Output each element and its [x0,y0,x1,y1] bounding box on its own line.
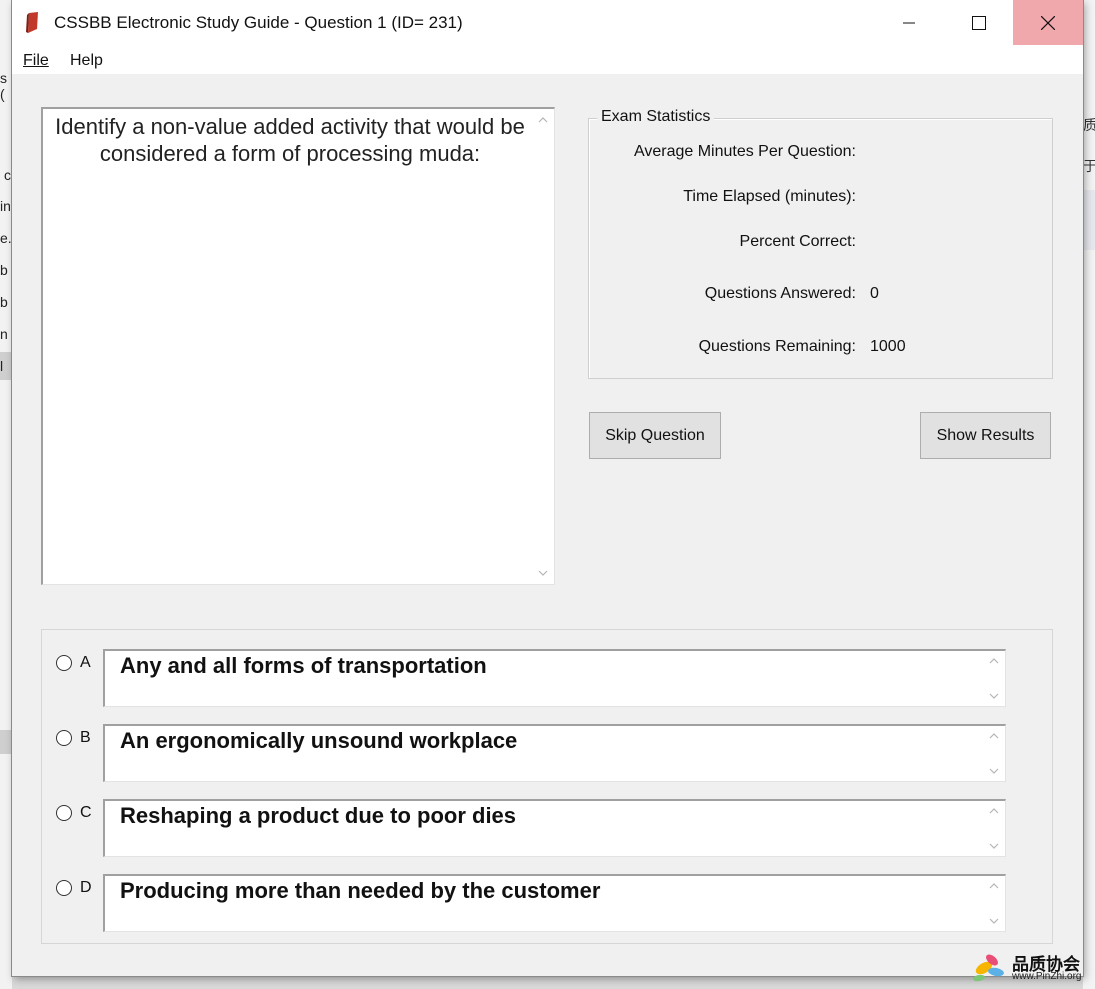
option-a-textbox[interactable]: Any and all forms of transportation [103,649,1006,707]
option-a-letter: A [80,654,91,671]
option-b-textbox[interactable]: An ergonomically unsound workplace [103,724,1006,782]
chevron-down-icon [989,768,999,774]
background-text: c [4,167,11,183]
question-text: Identify a non-value added activity that… [55,114,525,166]
option-c-radio[interactable] [56,805,72,821]
option-d-scrollbar[interactable] [983,876,1005,931]
questions-remaining-value: 1000 [870,338,906,355]
background-text: 质 [1083,117,1095,133]
scroll-up-button[interactable] [536,113,550,127]
chevron-down-icon [538,570,548,576]
option-b-letter: B [80,729,91,746]
book-icon [26,12,38,33]
background-text: b [0,262,8,278]
option-d-letter: D [80,879,92,896]
percent-correct-label: Percent Correct: [739,233,856,250]
option-a-text: Any and all forms of transportation [120,653,487,678]
scroll-down-button[interactable] [536,566,550,580]
questions-answered-value: 0 [870,285,879,302]
background-window-left: s ( c in e.i b b n l [0,0,15,989]
menu-bar: File Help [12,46,1083,74]
window-title: CSSBB Electronic Study Guide - Question … [54,13,463,32]
background-band [1083,190,1095,250]
option-d-radio[interactable] [56,880,72,896]
minimize-button[interactable] [874,0,944,45]
chevron-up-icon [989,658,999,664]
chevron-up-icon [989,733,999,739]
skip-question-button[interactable]: Skip Question [589,412,721,459]
background-text: in [0,198,11,214]
flower-logo-icon [973,954,1004,982]
option-b-radio[interactable] [56,730,72,746]
close-button[interactable] [1013,0,1083,45]
background-selection [0,730,12,754]
exam-statistics-legend: Exam Statistics [597,108,715,126]
chevron-down-icon [989,918,999,924]
option-a-radio[interactable] [56,655,72,671]
watermark-url: www.PinZhi.org [1012,971,1082,982]
background-window-right: 质 于 [1083,0,1095,989]
option-d-text: Producing more than needed by the custom… [120,878,601,903]
option-c-textbox[interactable]: Reshaping a product due to poor dies [103,799,1006,857]
chevron-up-icon [989,808,999,814]
option-b-text: An ergonomically unsound workplace [120,728,518,753]
background-text: s ( [0,70,7,102]
scroll-up-button[interactable] [987,654,1001,668]
title-bar[interactable]: CSSBB Electronic Study Guide - Question … [12,0,1083,46]
menu-file[interactable]: File [23,52,49,70]
option-c-letter: C [80,804,92,821]
option-a-scrollbar[interactable] [983,651,1005,706]
watermark-logo: 品质协会 www.PinZhi.org [970,950,1090,986]
close-icon [1041,15,1055,30]
question-scrollbar[interactable] [532,109,554,584]
chevron-up-icon [538,117,548,123]
maximize-icon [972,15,986,30]
background-text: 于 [1083,158,1095,174]
study-guide-window: CSSBB Electronic Study Guide - Question … [12,0,1083,976]
scroll-up-button[interactable] [987,879,1001,893]
questions-answered-label: Questions Answered: [704,285,856,302]
show-results-button[interactable]: Show Results [920,412,1051,459]
chevron-down-icon [989,693,999,699]
background-text: l [0,358,4,374]
scroll-down-button[interactable] [987,689,1001,703]
minimize-icon [903,22,915,23]
option-c-scrollbar[interactable] [983,801,1005,856]
menu-help[interactable]: Help [70,52,103,70]
option-c-text: Reshaping a product due to poor dies [120,803,517,828]
question-textbox[interactable]: Identify a non-value added activity that… [41,107,555,585]
option-d-textbox[interactable]: Producing more than needed by the custom… [103,874,1006,932]
maximize-button[interactable] [944,0,1014,45]
option-b-scrollbar[interactable] [983,726,1005,781]
background-text: n [0,326,8,342]
questions-remaining-label: Questions Remaining: [698,338,856,355]
time-elapsed-label: Time Elapsed (minutes): [683,188,856,205]
scroll-down-button[interactable] [987,839,1001,853]
menu-file-label: File [23,52,49,69]
chevron-down-icon [989,843,999,849]
scroll-up-button[interactable] [987,729,1001,743]
scroll-up-button[interactable] [987,804,1001,818]
background-text: b [0,294,8,310]
scroll-down-button[interactable] [987,764,1001,778]
avg-minutes-label: Average Minutes Per Question: [633,143,856,160]
scroll-down-button[interactable] [987,914,1001,928]
chevron-up-icon [989,883,999,889]
